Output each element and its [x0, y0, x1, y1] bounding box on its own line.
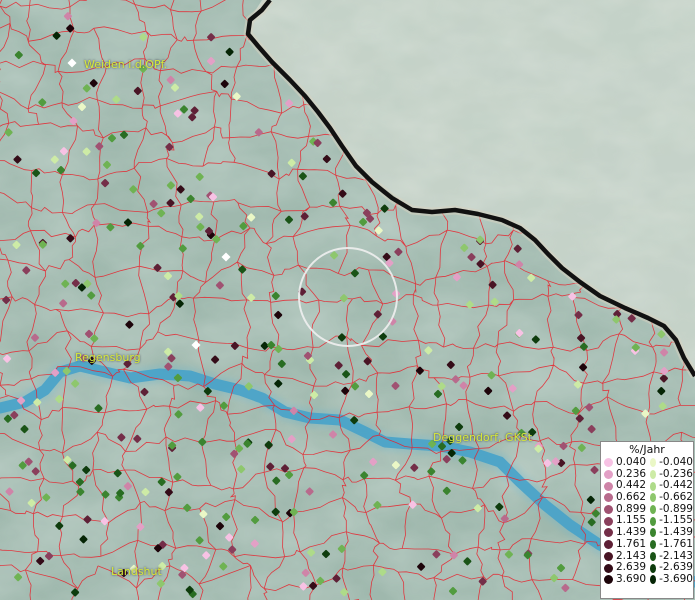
legend-rows: 0.040 -0.040 0.236 -0.236 0.442 -0.442 0.662 -0… [601, 456, 693, 586]
legend-row: 0.662 -0.662 [601, 491, 693, 504]
legend-swatch [650, 540, 657, 550]
legend-swatch [604, 470, 613, 480]
legend-item-negative: -1.761 [647, 537, 693, 551]
legend-value: -0.662 [659, 491, 693, 504]
city-label-weiden: Weiden i.d.OPf. [84, 58, 168, 71]
legend-value: 3.690 [616, 572, 647, 585]
legend-swatch [650, 575, 657, 585]
legend-item-negative: -3.690 [647, 572, 693, 586]
legend-item-negative: -0.040 [647, 456, 693, 469]
legend-swatch [604, 528, 613, 538]
legend-swatch [650, 563, 657, 573]
legend-value: -0.040 [659, 456, 693, 468]
legend-value: -1.761 [659, 537, 693, 550]
legend-swatch [604, 551, 613, 561]
legend-swatch [604, 563, 613, 573]
legend-swatch [650, 493, 657, 503]
legend-value: 0.040 [616, 456, 647, 468]
legend-item-positive: 0.040 [601, 456, 647, 469]
legend-row: 0.040 -0.040 [601, 456, 693, 469]
legend-swatch [650, 505, 657, 515]
city-label-deggendorf: Deggendorf, GKSt [433, 431, 533, 444]
legend-title: %/Jahr [629, 443, 665, 456]
legend-swatch [650, 516, 657, 526]
legend-item-positive: 3.690 [601, 572, 647, 586]
legend-row: 1.761 -1.761 [601, 537, 693, 551]
legend-swatch [604, 516, 613, 526]
city-label-landshut: Landshut [111, 565, 162, 578]
city-label-regensburg: Regensburg [75, 351, 141, 364]
legend-item-positive: 0.662 [601, 491, 647, 504]
legend-value: -3.690 [659, 572, 693, 585]
legend-value: 1.761 [616, 537, 647, 550]
legend-swatch [650, 528, 657, 538]
legend-swatch [604, 575, 613, 585]
legend-value: 0.662 [616, 491, 647, 504]
legend-swatch [650, 470, 657, 480]
legend-swatch [604, 458, 613, 468]
legend-swatch [604, 540, 613, 550]
legend: %/Jahr 0.040 -0.040 0.236 -0.236 0.442 -0.442… [600, 441, 694, 599]
legend-item-positive: 1.761 [601, 537, 647, 551]
legend-row: 3.690 -3.690 [601, 572, 693, 586]
map-canvas[interactable] [0, 0, 695, 600]
legend-swatch [604, 481, 613, 491]
legend-swatch [650, 481, 657, 491]
legend-swatch [604, 493, 613, 503]
legend-swatch [650, 551, 657, 561]
legend-item-negative: -0.662 [647, 491, 693, 504]
legend-swatch [650, 458, 657, 468]
legend-swatch [604, 505, 613, 515]
